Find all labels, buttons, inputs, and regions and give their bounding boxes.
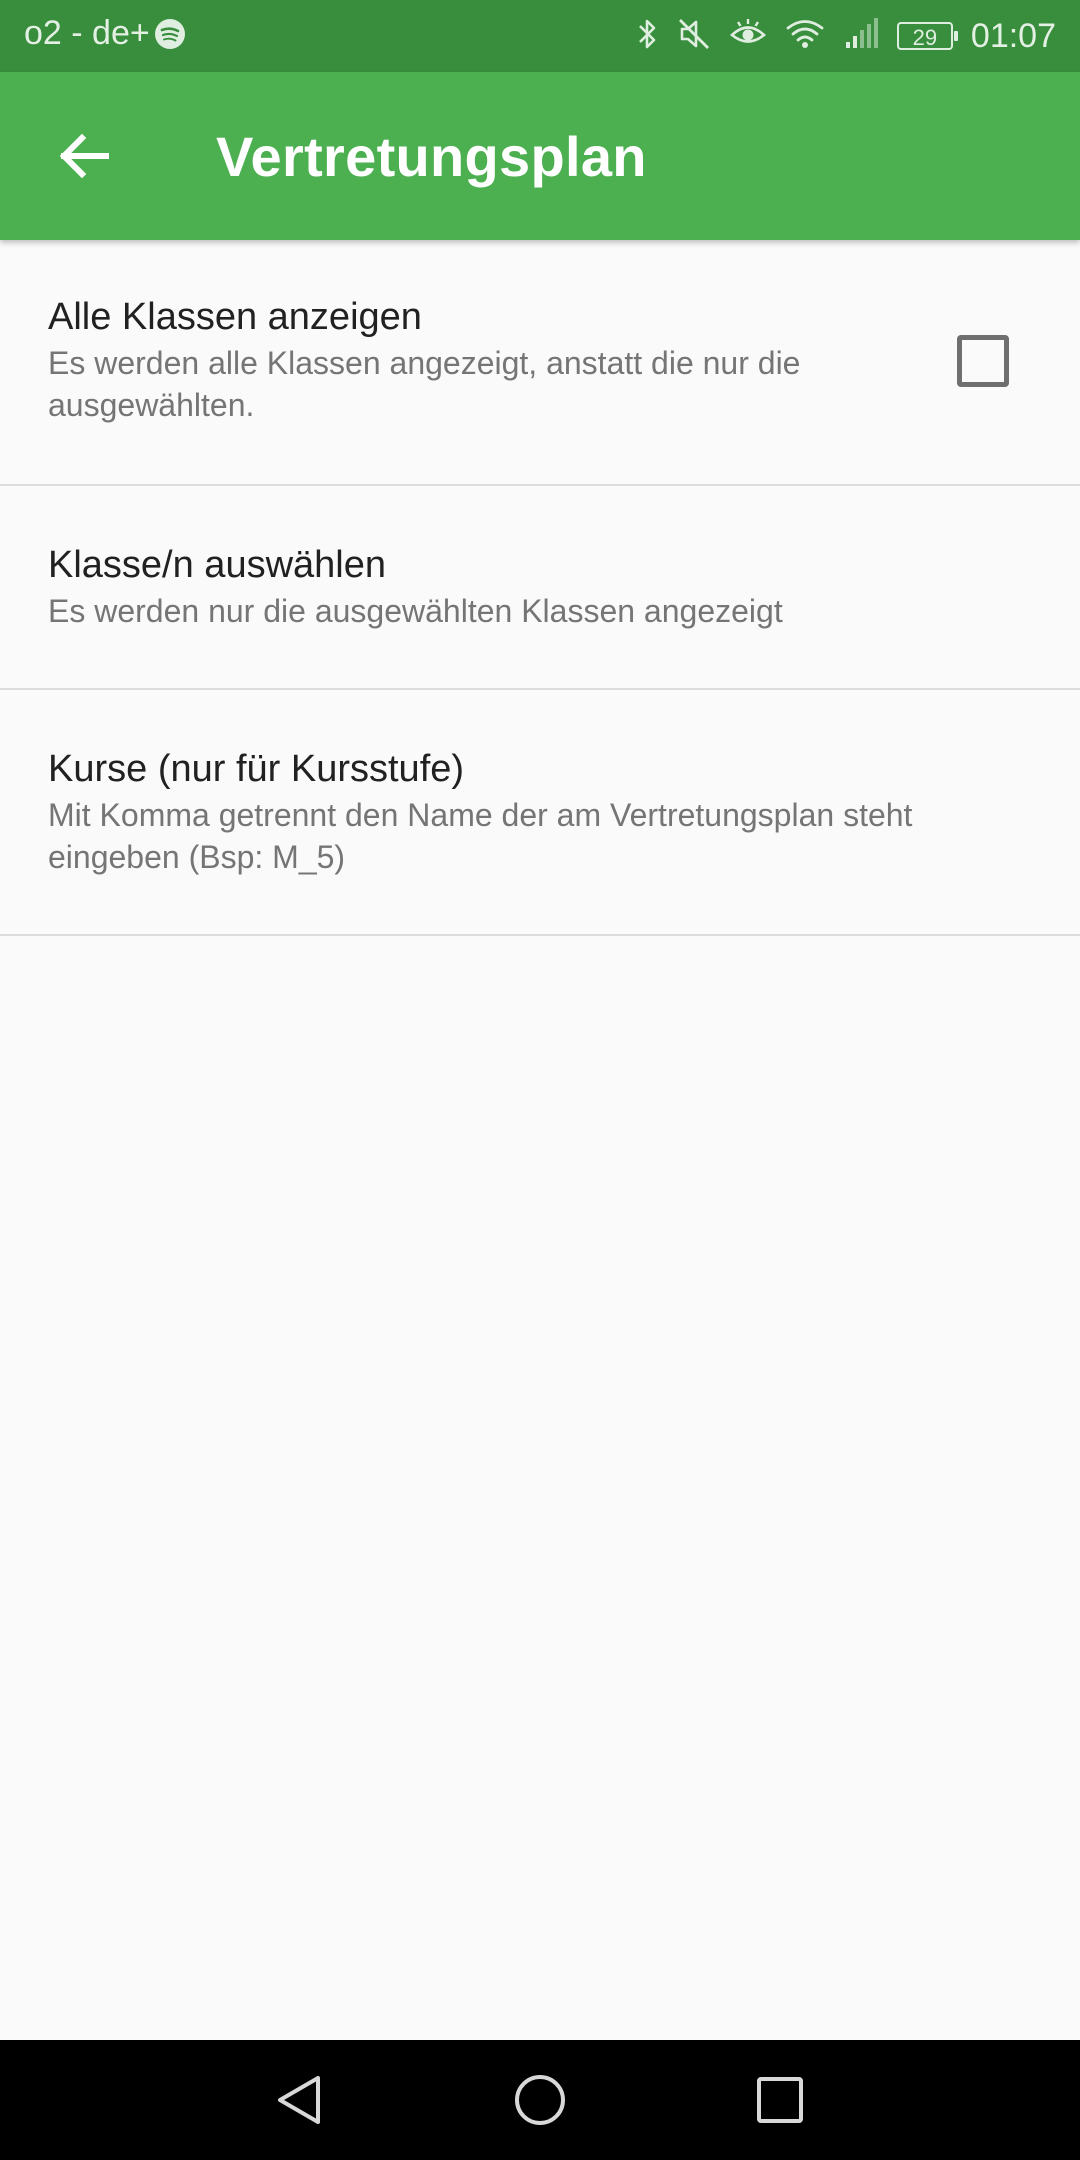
- nav-home-button[interactable]: [510, 2070, 570, 2130]
- carrier-label: o2 - de+: [24, 14, 186, 53]
- pref-title: Klasse/n auswählen: [48, 544, 386, 586]
- battery-icon: 29: [896, 22, 958, 50]
- carrier-text: o2 - de+: [24, 14, 150, 52]
- wifi-icon: [785, 16, 825, 57]
- arrow-back-icon: [59, 133, 109, 179]
- pref-show-all-classes[interactable]: Alle Klassen anzeigen Es werden alle Kla…: [0, 240, 1080, 486]
- back-triangle-icon: [278, 2076, 320, 2124]
- home-circle-icon: [515, 2075, 565, 2125]
- show-all-classes-checkbox[interactable]: [957, 335, 1009, 387]
- recents-square-icon: [757, 2077, 803, 2123]
- clock: 01:07: [970, 16, 1056, 55]
- pref-summary: Es werden alle Klassen angezeigt, anstat…: [48, 345, 801, 423]
- pref-summary: Es werden nur die ausgewählten Klassen a…: [48, 593, 783, 629]
- app-bar: Vertretungsplan: [0, 72, 1080, 240]
- status-bar: o2 - de+ 29 01:07: [0, 0, 1080, 72]
- preference-list: Alle Klassen anzeigen Es werden alle Kla…: [0, 240, 1080, 936]
- bluetooth-icon: [635, 16, 659, 57]
- pref-select-classes[interactable]: Klasse/n auswählen Es werden nur die aus…: [0, 486, 1080, 690]
- back-button[interactable]: [42, 114, 126, 198]
- page-title: Vertretungsplan: [216, 125, 647, 188]
- mute-icon: [677, 16, 711, 57]
- status-icons: 29 01:07: [635, 12, 1056, 60]
- pref-summary: Mit Komma getrennt den Name der am Vertr…: [48, 797, 913, 875]
- pref-courses[interactable]: Kurse (nur für Kursstufe) Mit Komma getr…: [0, 690, 1080, 936]
- navigation-bar: [0, 2040, 1080, 2160]
- battery-level: 29: [912, 25, 938, 50]
- nav-recents-button[interactable]: [750, 2070, 810, 2130]
- eye-icon: [729, 16, 767, 57]
- nav-back-button[interactable]: [270, 2070, 330, 2130]
- spotify-icon: [154, 18, 186, 50]
- pref-title: Alle Klassen anzeigen: [48, 296, 422, 338]
- signal-icon: [843, 16, 879, 57]
- pref-title: Kurse (nur für Kursstufe): [48, 748, 465, 790]
